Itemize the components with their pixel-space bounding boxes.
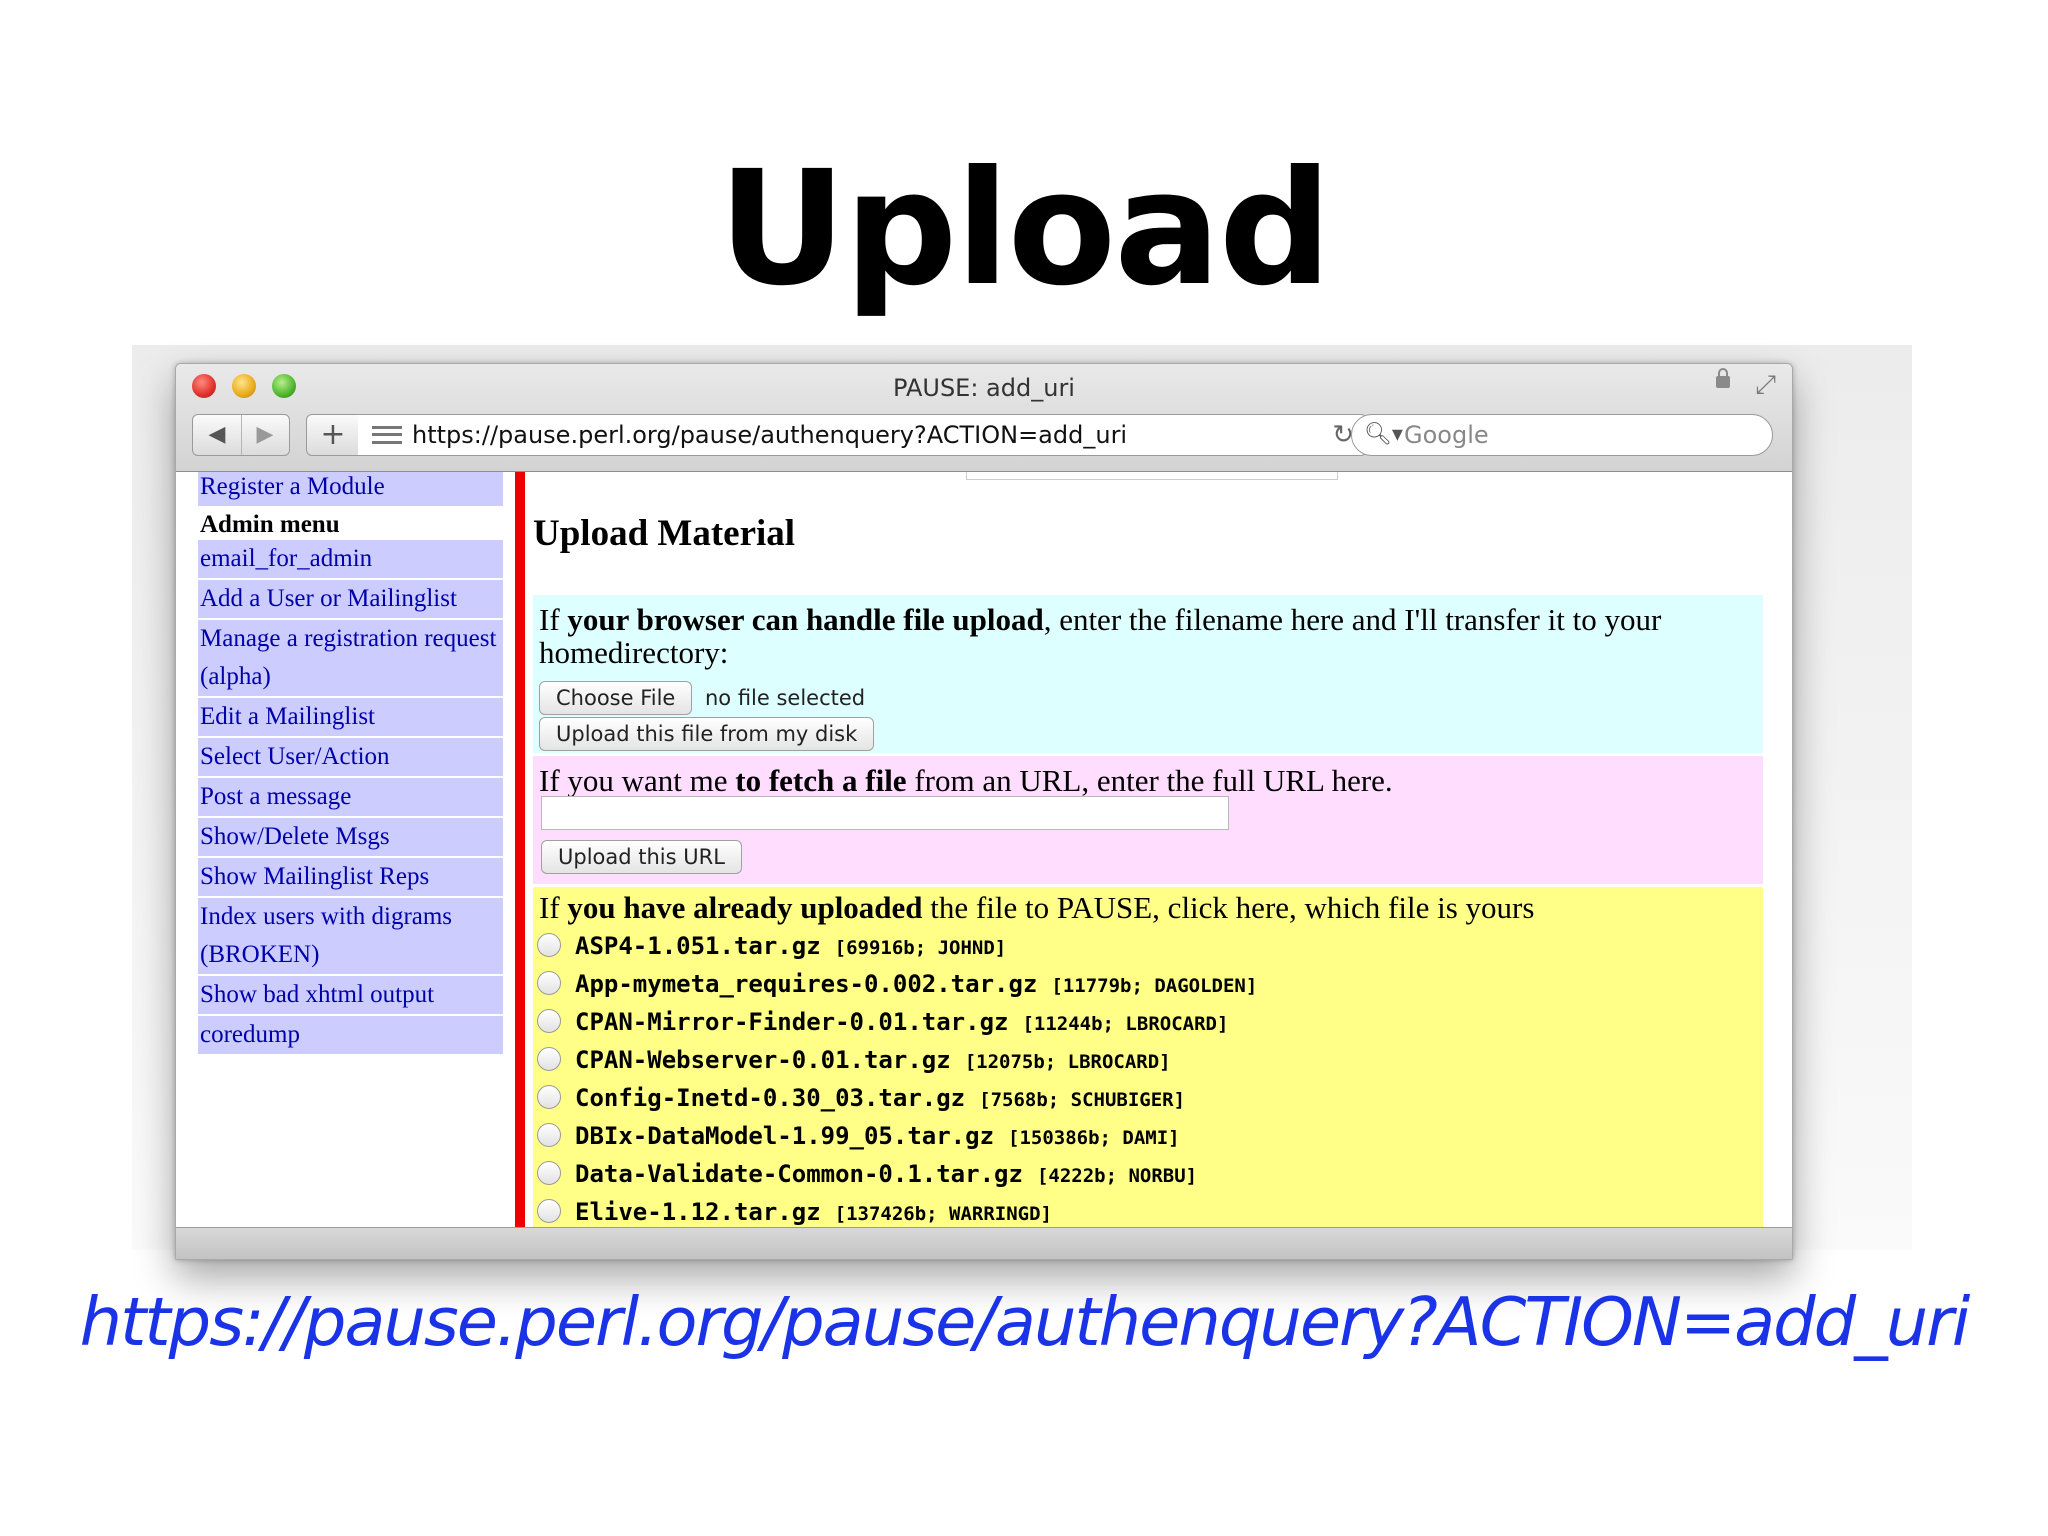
sidebar-link[interactable]: Post a message	[198, 778, 503, 816]
browser-window: PAUSE: add_uri ⤢ ◀ ▶ + https://pause.per…	[175, 363, 1793, 1260]
file-radio-button[interactable]	[537, 1123, 561, 1147]
file-meta: [137426b; WARRINGD]	[834, 1203, 1052, 1225]
file-upload-instructions: If your browser can handle file upload, …	[539, 603, 1757, 669]
sidebar-heading: Admin menu	[200, 511, 340, 538]
window-title: PAUSE: add_uri	[893, 374, 1075, 402]
file-meta: [12075b; LBROCARD]	[964, 1051, 1171, 1073]
file-radio-button[interactable]	[537, 971, 561, 995]
instruction-prefix: If	[539, 602, 568, 637]
sidebar-link[interactable]: Edit a Mailinglist	[198, 698, 503, 736]
file-label[interactable]: ASP4-1.051.tar.gz [69916b; JOHND]	[575, 927, 1006, 967]
page-heading: Upload Material	[533, 513, 796, 554]
instruction-emphasis: you have already uploaded	[567, 890, 923, 925]
file-meta: [7568b; SCHUBIGER]	[979, 1089, 1186, 1111]
url-input[interactable]	[541, 796, 1229, 830]
sidebar-link[interactable]: Register a Module	[198, 472, 503, 506]
sidebar-link[interactable]: Select User/Action	[198, 738, 503, 776]
sidebar-link[interactable]: coredump	[198, 1016, 503, 1054]
address-bar[interactable]: https://pause.perl.org/pause/authenquery…	[358, 414, 1367, 456]
sidebar-link[interactable]: Show Mailinglist Reps	[198, 858, 503, 896]
instruction-prefix: If you want me	[539, 763, 736, 798]
sidebar-link[interactable]: Add a User or Mailinglist	[198, 580, 503, 618]
sidebar-link[interactable]: Manage a registration request (alpha)	[198, 620, 503, 696]
instruction-emphasis: your browser can handle file upload	[567, 602, 1044, 637]
instruction-emphasis: to fetch a file	[735, 763, 907, 798]
instruction-suffix: the file to PAUSE, click here, which fil…	[922, 890, 1535, 925]
sidebar-link[interactable]: Show bad xhtml output	[198, 976, 503, 1014]
add-bookmark-button[interactable]: +	[306, 414, 360, 456]
file-name: Elive-1.12.tar.gz	[575, 1198, 821, 1226]
back-button[interactable]: ◀	[193, 415, 242, 455]
status-bar	[176, 1227, 1792, 1259]
sidebar-link[interactable]: email_for_admin	[198, 540, 503, 578]
page-viewport: Register a Module Admin menu email_for_adm…	[176, 472, 1792, 1227]
sidebar-menu: Register a Module Admin menu email_for_adm…	[198, 472, 503, 1056]
upload-file-button[interactable]: Upload this file from my disk	[539, 717, 875, 751]
reader-icon[interactable]	[372, 426, 402, 444]
search-icon[interactable]: 🔍︎▾	[1364, 415, 1403, 455]
upload-url-button[interactable]: Upload this URL	[541, 840, 742, 874]
file-status-text: no file selected	[705, 686, 866, 710]
search-field[interactable]: 🔍︎▾ Google	[1351, 414, 1773, 456]
file-label[interactable]: DBIx-DataModel-1.99_05.tar.gz [150386b; D…	[575, 1117, 1180, 1157]
url-fetch-instructions: If you want me to fetch a file from an U…	[539, 764, 1757, 797]
file-meta: [4222b; NORBU]	[1036, 1165, 1198, 1187]
file-name: CPAN-Mirror-Finder-0.01.tar.gz	[575, 1008, 1009, 1036]
browser-toolbar: PAUSE: add_uri ⤢ ◀ ▶ + https://pause.per…	[176, 364, 1792, 472]
file-meta: [69916b; JOHND]	[834, 937, 1007, 959]
file-radio-button[interactable]	[537, 1009, 561, 1033]
file-meta: [11779b; DAGOLDEN]	[1051, 975, 1258, 997]
instruction-suffix: from an URL, enter the full URL here.	[906, 763, 1393, 798]
file-name: Data-Validate-Common-0.1.tar.gz	[575, 1160, 1023, 1188]
instruction-prefix: If	[539, 890, 568, 925]
file-meta: [150386b; DAMI]	[1008, 1127, 1180, 1149]
choose-file-button[interactable]: Choose File	[539, 681, 693, 715]
sidebar-link[interactable]: Index users with digrams (BROKEN)	[198, 898, 503, 974]
file-label[interactable]: CPAN-Webserver-0.01.tar.gz [12075b; LBROC…	[575, 1041, 1171, 1081]
forward-button[interactable]: ▶	[241, 415, 289, 455]
address-url[interactable]: https://pause.perl.org/pause/authenquery…	[412, 415, 1127, 455]
file-radio-button[interactable]	[537, 1047, 561, 1071]
file-label[interactable]: Data-Validate-Common-0.1.tar.gz [4222b; N…	[575, 1155, 1197, 1195]
sidebar-divider	[515, 472, 525, 1227]
lock-icon	[1716, 368, 1730, 388]
file-upload-panel: If your browser can handle file upload, …	[533, 595, 1763, 753]
file-label[interactable]: Elive-1.12.tar.gz [137426b; WARRINGD]	[575, 1193, 1052, 1227]
sidebar-link[interactable]: Show/Delete Msgs	[198, 818, 503, 856]
file-name: ASP4-1.051.tar.gz	[575, 932, 821, 960]
already-uploaded-panel: If you have already uploaded the file to…	[533, 887, 1763, 1227]
file-radio-button[interactable]	[537, 1161, 561, 1185]
footer-url[interactable]: https://pause.perl.org/pause/authenquery…	[0, 1283, 2048, 1361]
search-placeholder[interactable]: Google	[1404, 415, 1489, 455]
already-uploaded-instructions: If you have already uploaded the file to…	[539, 891, 1757, 924]
file-label[interactable]: CPAN-Mirror-Finder-0.01.tar.gz [11244b; L…	[575, 1003, 1228, 1043]
file-label[interactable]: Config-Inetd-0.30_03.tar.gz [7568b; SCHUB…	[575, 1079, 1185, 1119]
file-name: App-mymeta_requires-0.002.tar.gz	[575, 970, 1038, 998]
url-fetch-panel: If you want me to fetch a file from an U…	[533, 756, 1763, 884]
file-label[interactable]: App-mymeta_requires-0.002.tar.gz [11779b;…	[575, 965, 1257, 1005]
file-name: DBIx-DataModel-1.99_05.tar.gz	[575, 1122, 995, 1150]
file-meta: [11244b; LBROCARD]	[1022, 1013, 1229, 1035]
tab-stub	[966, 472, 1338, 480]
fullscreen-icon[interactable]: ⤢	[1755, 370, 1776, 401]
nav-button-group: ◀ ▶	[192, 414, 290, 456]
file-name: CPAN-Webserver-0.01.tar.gz	[575, 1046, 951, 1074]
file-radio-button[interactable]	[537, 1085, 561, 1109]
file-radio-button[interactable]	[537, 1199, 561, 1223]
file-radio-button[interactable]	[537, 933, 561, 957]
slide-title: Upload	[718, 137, 1332, 321]
file-name: Config-Inetd-0.30_03.tar.gz	[575, 1084, 966, 1112]
